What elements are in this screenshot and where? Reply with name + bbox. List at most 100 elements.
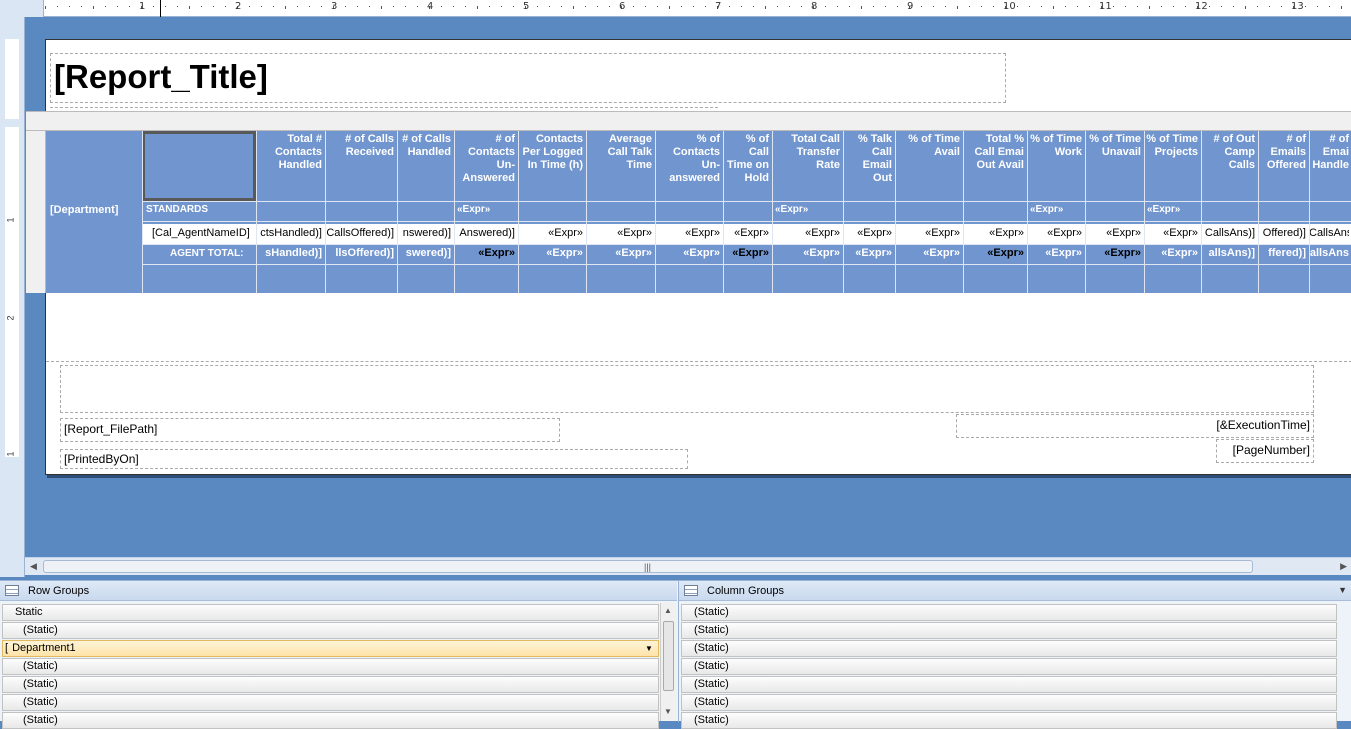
column-header-cell[interactable]: # of Emai Handle <box>1309 133 1351 172</box>
data-cell[interactable]: «Expr» <box>772 227 840 239</box>
data-cell[interactable]: «Expr» <box>1144 227 1198 239</box>
column-header-cell[interactable]: Total Call Transfer Rate <box>772 133 843 172</box>
total-cell[interactable]: «Expr» <box>518 247 583 259</box>
standards-label[interactable]: STANDARDS <box>146 204 208 215</box>
tablix-row-handles[interactable] <box>26 131 46 293</box>
scroll-up-icon[interactable]: ▲ <box>664 606 672 615</box>
column-group-item[interactable]: (Static) <box>681 604 1337 621</box>
page-number-textbox[interactable]: [PageNumber] <box>1216 439 1314 463</box>
data-cell[interactable]: «Expr» <box>586 227 652 239</box>
department-group-cell[interactable]: [Department] <box>50 204 118 216</box>
column-header-cell[interactable]: Contacts Per Logged In Time (h) <box>518 133 586 172</box>
column-group-item[interactable]: (Static) <box>681 658 1337 675</box>
row-groups-scrollbar[interactable]: ▲ ▼ <box>660 603 676 721</box>
column-header-cell[interactable]: # of Emails Offered <box>1258 133 1309 172</box>
data-cell[interactable]: CallsOffered)] <box>325 227 394 239</box>
total-cell[interactable]: «Expr» <box>454 247 515 259</box>
agent-name-cell[interactable]: [Cal_AgentNameID] <box>152 227 256 239</box>
row-group-item[interactable]: Static <box>2 604 659 621</box>
column-header-cell[interactable]: # of Out Camp Calls <box>1201 133 1258 172</box>
column-header-cell[interactable]: % of Time Work <box>1027 133 1085 159</box>
total-cell[interactable]: «Expr» <box>895 247 960 259</box>
group-label: Static <box>15 606 43 618</box>
row-group-department1[interactable]: [▼ Department1 <box>2 640 659 657</box>
scroll-thumb[interactable]: ||| <box>43 560 1253 573</box>
column-header-cell[interactable]: % of Time Projects <box>1144 133 1201 159</box>
column-header-cell[interactable]: # of Contacts Un-Answered <box>454 133 518 185</box>
agent-data-row[interactable]: [Cal_AgentNameID] ctsHandled)] CallsOffer… <box>142 224 1351 244</box>
agent-total-label[interactable]: AGENT TOTAL: <box>170 248 244 259</box>
column-group-item[interactable]: (Static) <box>681 640 1337 657</box>
total-cell[interactable]: «Expr» <box>1144 247 1198 259</box>
total-cell[interactable]: allsAns)] <box>1201 247 1255 259</box>
footer-rectangle[interactable] <box>60 365 1314 413</box>
total-cell[interactable]: «Expr» <box>655 247 720 259</box>
total-cell[interactable]: sHandled)] <box>256 247 322 259</box>
data-cell[interactable]: ctsHandled)] <box>256 227 322 239</box>
column-header-cell[interactable]: # of Calls Received <box>325 133 397 159</box>
chevron-down-icon[interactable]: ▼ <box>642 642 656 655</box>
row-group-item[interactable]: (Static) <box>2 694 659 711</box>
standards-expression[interactable]: «Expr» <box>775 204 808 215</box>
data-cell[interactable]: Answered)] <box>454 227 515 239</box>
data-cell[interactable]: «Expr» <box>1027 227 1082 239</box>
column-group-item[interactable]: (Static) <box>681 622 1337 639</box>
total-cell[interactable]: «Expr» <box>843 247 892 259</box>
total-cell[interactable]: «Expr» <box>586 247 652 259</box>
total-cell[interactable]: swered)] <box>397 247 451 259</box>
ruler-tick <box>729 6 730 7</box>
column-header-cell[interactable]: % of Time Avail <box>895 133 963 159</box>
total-cell[interactable]: «Expr» <box>963 247 1024 259</box>
data-cell[interactable]: CallsAns)] <box>1201 227 1255 239</box>
scroll-right-icon[interactable]: ▶ <box>1340 561 1347 572</box>
chevron-down-icon[interactable]: ▼ <box>1338 585 1347 595</box>
row-group-item[interactable]: (Static) <box>2 658 659 675</box>
tablix-table[interactable]: [Department] STANDARDS [Cal_AgentNameID]… <box>46 131 1351 293</box>
column-header-cell[interactable]: Total # Contacts Handled <box>256 133 325 172</box>
data-cell[interactable]: «Expr» <box>518 227 583 239</box>
standards-expression[interactable]: «Expr» <box>457 204 490 215</box>
scroll-left-icon[interactable]: ◀ <box>30 561 37 572</box>
data-cell[interactable]: «Expr» <box>1085 227 1141 239</box>
horizontal-scrollbar[interactable]: ◀ ||| ▶ <box>25 557 1351 575</box>
column-header-cell[interactable]: % of Contacts Un-answered <box>655 133 723 185</box>
file-path-textbox[interactable]: [Report_FilePath] <box>60 418 560 442</box>
data-cell[interactable]: «Expr» <box>843 227 892 239</box>
total-cell[interactable]: ffered)] <box>1258 247 1306 259</box>
report-page[interactable]: [Report_Title] [Department] STANDARDS [C… <box>26 39 1351 475</box>
row-group-item[interactable]: (Static) <box>2 676 659 693</box>
column-header-cell[interactable]: # of Calls Handled <box>397 133 454 159</box>
printed-by-textbox[interactable]: [PrintedByOn] <box>60 449 688 469</box>
data-cell[interactable]: Offered)] <box>1258 227 1306 239</box>
scroll-thumb[interactable] <box>663 621 674 691</box>
selected-header-cell[interactable] <box>142 131 256 201</box>
total-cell[interactable]: «Expr» <box>772 247 840 259</box>
column-group-item[interactable]: (Static) <box>681 676 1337 693</box>
scroll-down-icon[interactable]: ▼ <box>664 707 672 716</box>
data-cell[interactable]: nswered)] <box>397 227 451 239</box>
column-header-cell[interactable]: % of Call Time on Hold <box>723 133 772 185</box>
data-cell[interactable]: «Expr» <box>723 227 769 239</box>
total-cell[interactable]: «Expr» <box>723 247 769 259</box>
column-header-cell[interactable]: Total % Call Emai Out Avail <box>963 133 1027 172</box>
data-cell[interactable]: CallsAns <box>1309 227 1349 239</box>
data-cell[interactable]: «Expr» <box>895 227 960 239</box>
total-cell[interactable]: allsAns <box>1309 247 1349 259</box>
ruler-tick <box>177 6 178 7</box>
data-cell[interactable]: «Expr» <box>963 227 1024 239</box>
tablix-column-handles[interactable] <box>26 111 1351 131</box>
column-group-item[interactable]: (Static) <box>681 694 1337 711</box>
title-textbox[interactable]: [Report_Title] <box>50 53 1006 103</box>
data-cell[interactable]: «Expr» <box>655 227 720 239</box>
column-header-cell[interactable]: % of Time Unavail <box>1085 133 1144 159</box>
execution-time-textbox[interactable]: [&ExecutionTime] <box>956 414 1314 438</box>
total-cell[interactable]: «Expr» <box>1085 247 1141 259</box>
row-group-item[interactable]: (Static) <box>2 622 659 639</box>
design-surface[interactable]: [Report_Title] [Department] STANDARDS [C… <box>25 17 1351 577</box>
standards-expression[interactable]: «Expr» <box>1030 204 1063 215</box>
total-cell[interactable]: llsOffered)] <box>325 247 394 259</box>
column-header-cell[interactable]: % Talk Call Email Out <box>843 133 895 185</box>
standards-expression[interactable]: «Expr» <box>1147 204 1180 215</box>
total-cell[interactable]: «Expr» <box>1027 247 1082 259</box>
column-header-cell[interactable]: Average Call Talk Time <box>586 133 655 172</box>
